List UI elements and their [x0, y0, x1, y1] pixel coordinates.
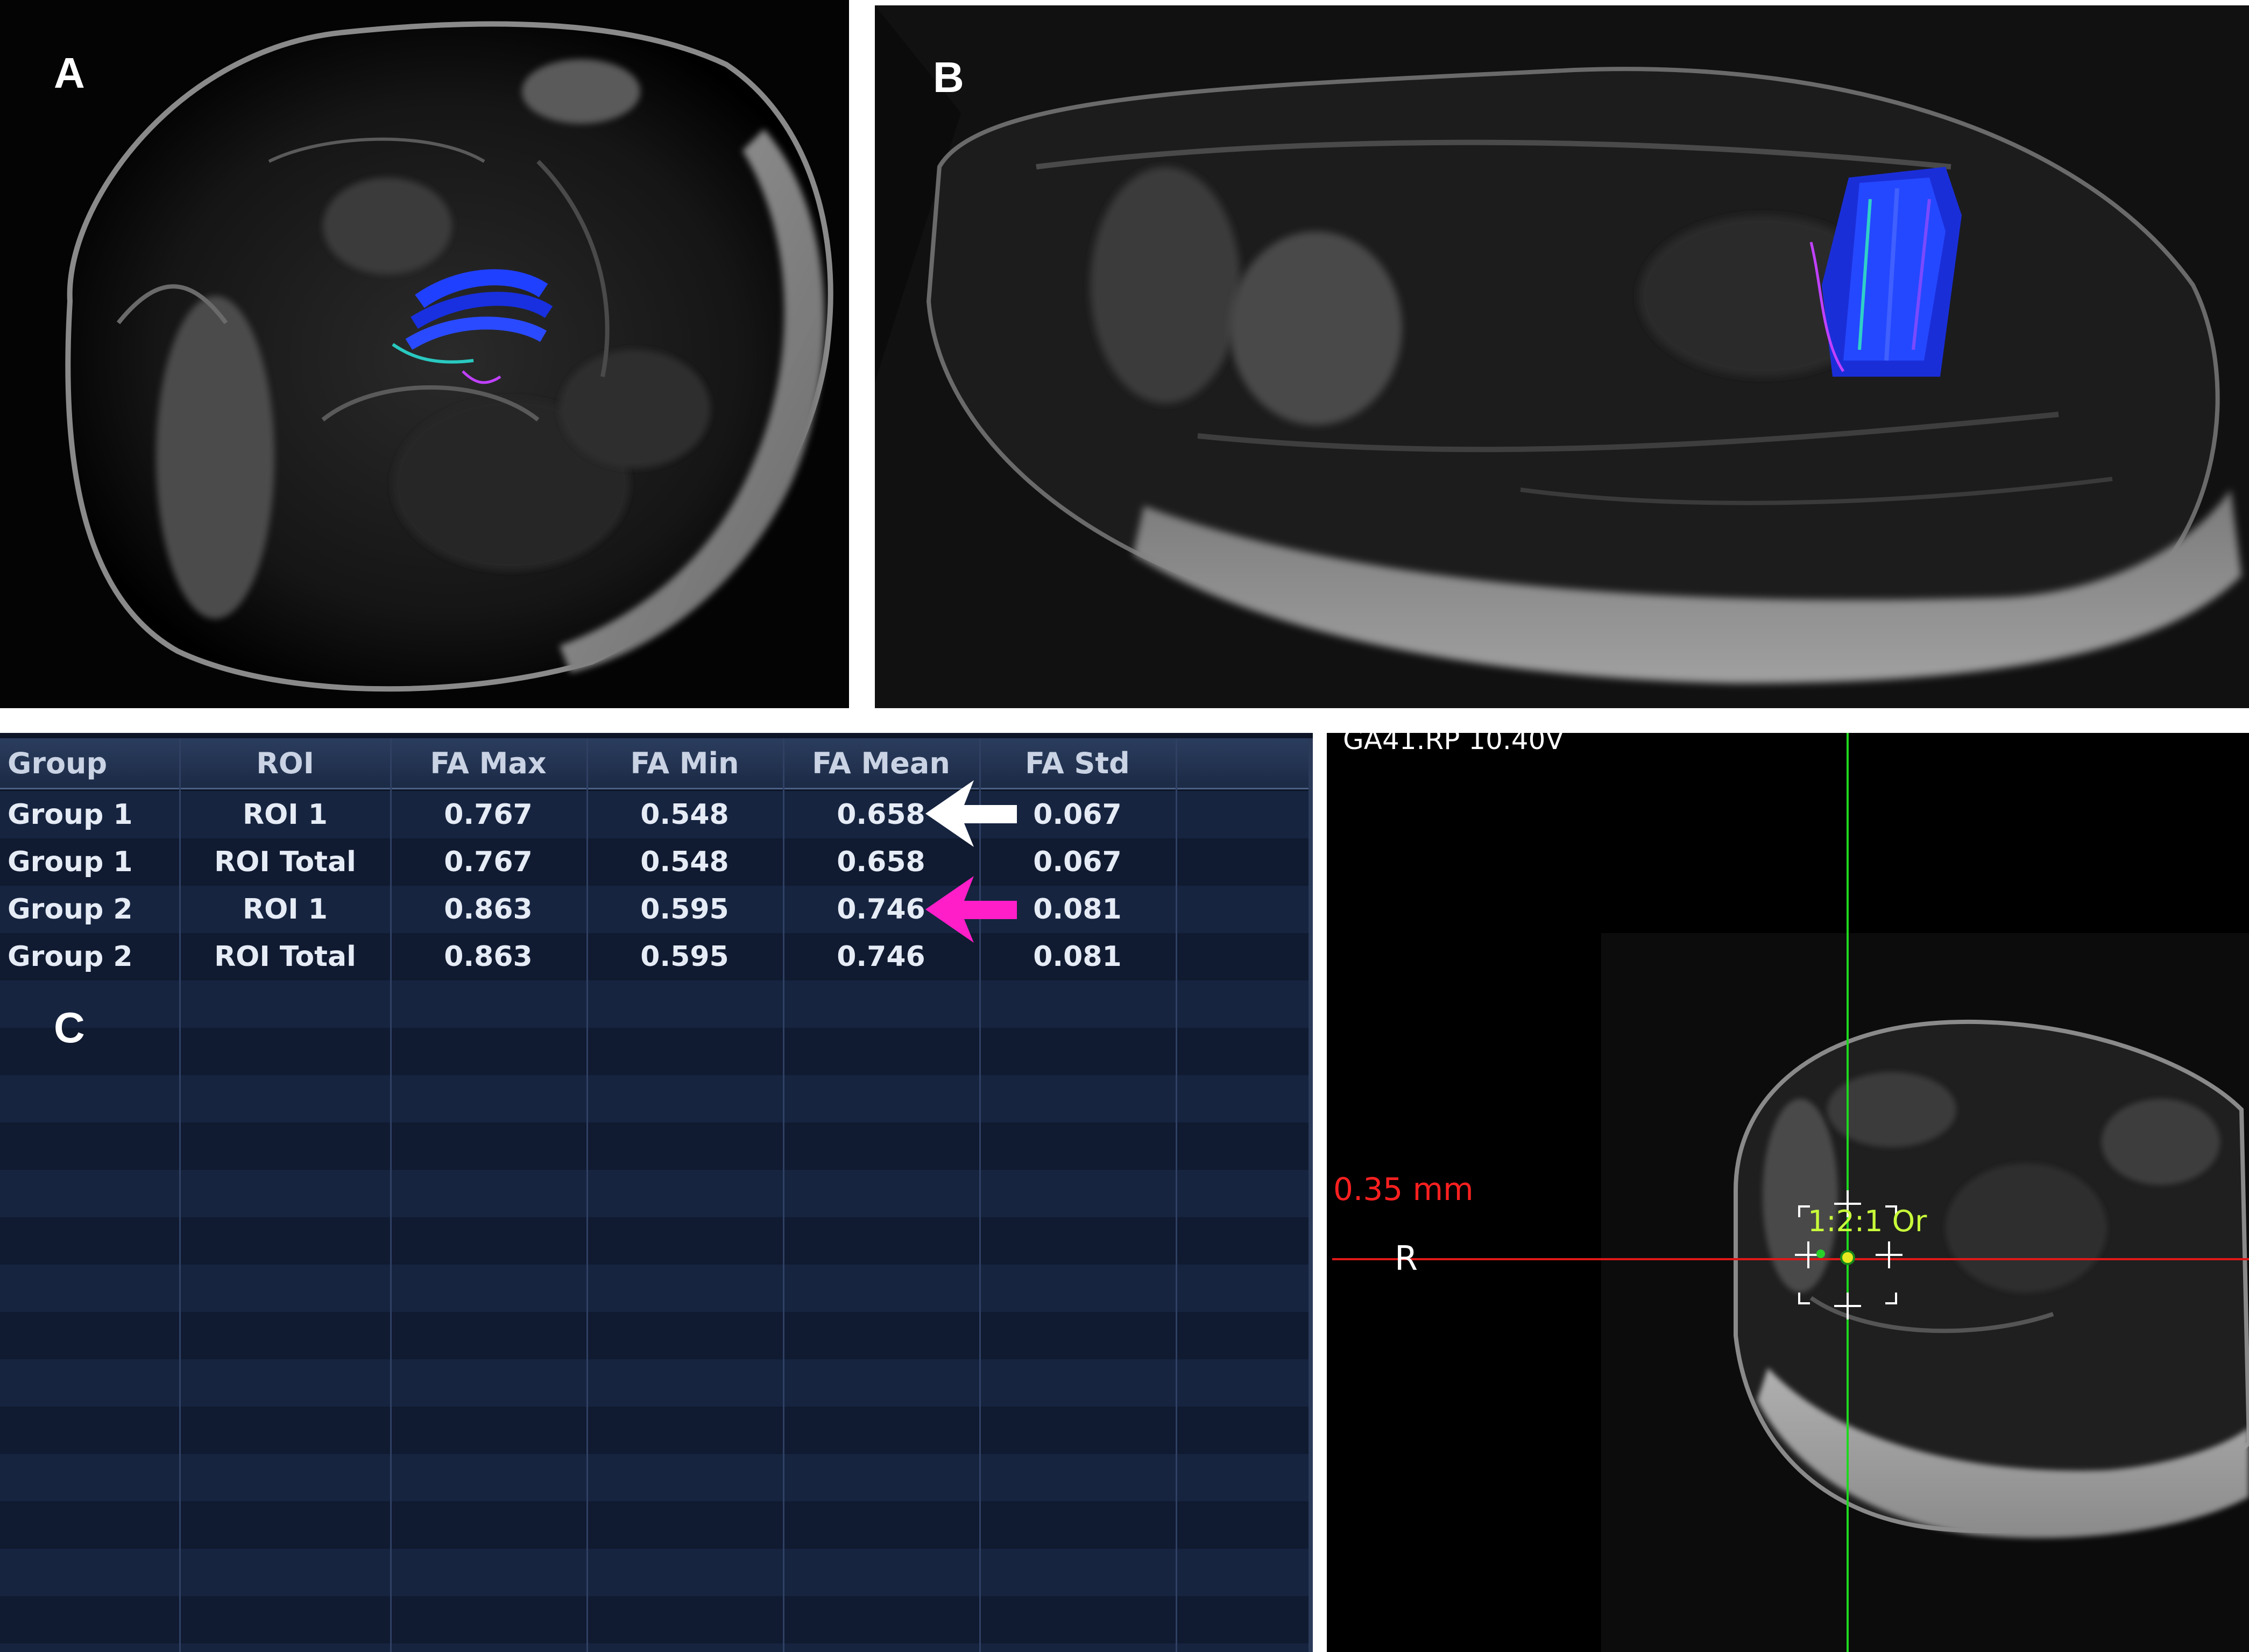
- column-divider: [979, 738, 981, 1652]
- column-divider: [390, 738, 392, 1652]
- empty-table-row: [0, 1170, 1313, 1217]
- empty-table-row: [0, 980, 1313, 1028]
- empty-table-row: [0, 1407, 1313, 1454]
- panel-label-c: C: [54, 1004, 85, 1051]
- cell-group: Group 1: [8, 799, 133, 831]
- panel-b-sagittal-mri: B: [875, 5, 2249, 708]
- empty-table-row: [0, 1359, 1313, 1407]
- distance-unit: mm: [1412, 1171, 1474, 1208]
- column-divider: [1176, 738, 1177, 1652]
- mri-oblique-image: [875, 5, 2249, 708]
- cell-fa-max: 0.863: [444, 941, 533, 973]
- cell-group: Group 1: [8, 846, 133, 878]
- dti-viewer[interactable]: GA41.RP 10.40V 0.35 mm R 1:2:1 Or: [1327, 733, 2249, 1652]
- viewer-header-text: GA41.RP 10.40V: [1343, 733, 1564, 756]
- cell-group: Group 2: [8, 941, 133, 973]
- orientation-label: R: [1395, 1239, 1418, 1278]
- empty-table-row: [0, 1596, 1313, 1643]
- table-header: Group ROI FA Max FA Min FA Mean FA Std: [0, 738, 1313, 789]
- table-row[interactable]: Group 2 ROI 1 0.863 0.595 0.746 0.081: [0, 886, 1313, 933]
- table-row[interactable]: Group 1 ROI Total 0.767 0.548 0.658 0.06…: [0, 838, 1313, 886]
- header-fa-max: FA Max: [430, 746, 547, 780]
- cell-roi: ROI Total: [214, 846, 356, 878]
- cell-fa-min: 0.548: [640, 846, 729, 878]
- empty-table-row: [0, 1217, 1313, 1265]
- column-divider: [179, 738, 181, 1652]
- table-frame-edge: [1309, 738, 1313, 1652]
- panel-a-axial-mri: A: [0, 0, 849, 708]
- cell-roi: ROI 1: [243, 799, 328, 831]
- empty-table-row: [0, 1265, 1313, 1312]
- column-divider: [586, 738, 588, 1652]
- distance-value: 0.35: [1333, 1171, 1403, 1208]
- cell-fa-max: 0.767: [444, 846, 533, 878]
- table-row[interactable]: Group 2 ROI Total 0.863 0.595 0.746 0.08…: [0, 933, 1313, 980]
- mri-axial-image: [0, 0, 849, 708]
- header-group: Group: [8, 746, 108, 780]
- cell-roi: ROI Total: [214, 941, 356, 973]
- cell-fa-min: 0.548: [640, 799, 729, 831]
- cell-fa-min: 0.595: [640, 893, 729, 926]
- cell-fa-max: 0.767: [444, 799, 533, 831]
- column-divider: [783, 738, 784, 1652]
- panel-label-b: B: [933, 53, 964, 101]
- cell-roi: ROI 1: [243, 893, 328, 926]
- fa-statistics-table: Group ROI FA Max FA Min FA Mean FA Std G…: [0, 733, 1313, 1652]
- empty-table-row: [0, 1454, 1313, 1501]
- roi-label: 1:2:1 Or: [1808, 1204, 1927, 1238]
- cell-group: Group 2: [8, 893, 133, 926]
- cell-fa-max: 0.863: [444, 893, 533, 926]
- panel-label-a: A: [54, 49, 85, 97]
- table-row[interactable]: Group 1 ROI 1 0.767 0.548 0.658 0.067: [0, 791, 1313, 838]
- header-fa-min: FA Min: [630, 746, 739, 780]
- cell-fa-min: 0.595: [640, 941, 729, 973]
- empty-table-row: [0, 1312, 1313, 1359]
- empty-table-row: [0, 1643, 1313, 1652]
- empty-table-row: [0, 1122, 1313, 1170]
- empty-table-row: [0, 1028, 1313, 1075]
- empty-table-row: [0, 1075, 1313, 1122]
- header-roi: ROI: [256, 746, 314, 780]
- distance-readout: 0.35 mm: [1333, 1171, 1474, 1208]
- empty-table-row: [0, 1501, 1313, 1549]
- empty-table-row: [0, 1549, 1313, 1596]
- magenta-arrow-icon: [925, 876, 1017, 943]
- white-arrow-icon: [925, 780, 1017, 847]
